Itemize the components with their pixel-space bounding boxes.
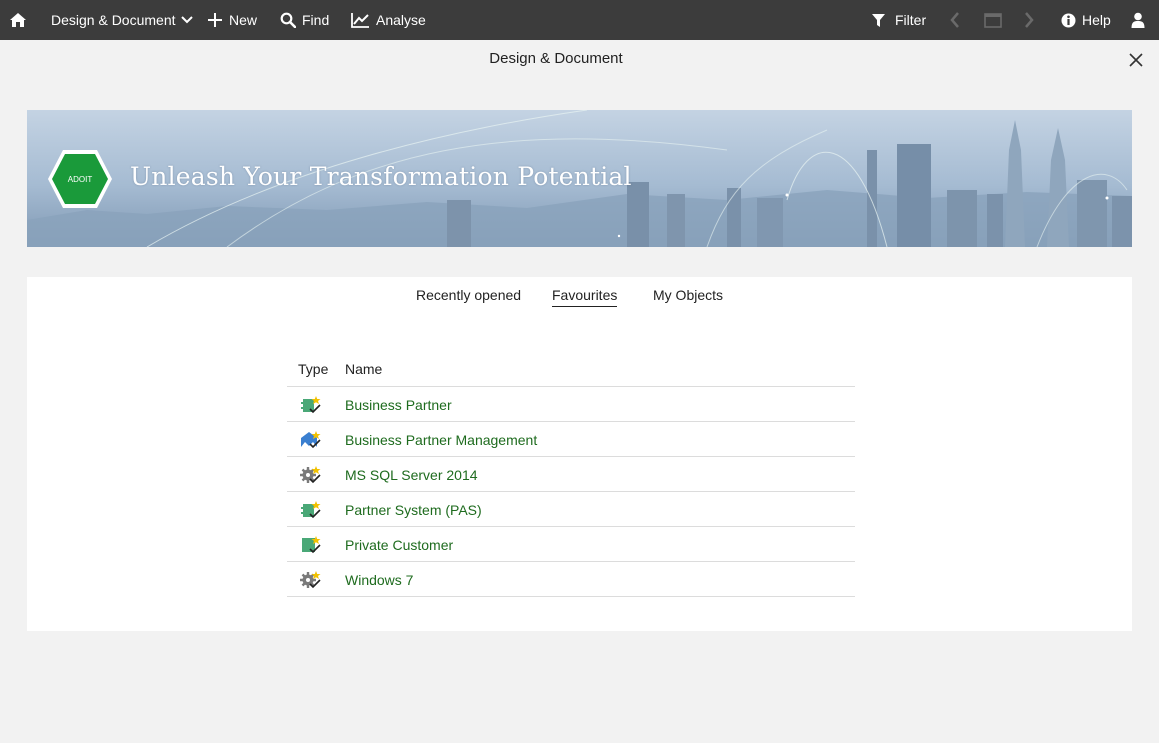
window-icon (984, 12, 1002, 28)
column-header-type[interactable]: Type (298, 361, 328, 377)
table-row[interactable]: Partner System (PAS) (287, 492, 855, 527)
content-panel: Recently opened Favourites My Objects Ty… (27, 277, 1132, 631)
row-name-link[interactable]: MS SQL Server 2014 (345, 467, 478, 483)
forward-button[interactable] (1024, 0, 1034, 40)
column-header-name[interactable]: Name (345, 361, 382, 377)
table-row[interactable]: Windows 7 (287, 562, 855, 597)
close-icon[interactable] (1127, 51, 1145, 69)
tab-my-objects[interactable]: My Objects (653, 287, 723, 306)
row-name-link[interactable]: Windows 7 (345, 572, 413, 588)
table-row[interactable]: Private Customer (287, 527, 855, 562)
help-button[interactable]: Help (1061, 0, 1111, 40)
tab-bar: Recently opened Favourites My Objects (27, 277, 1132, 317)
chevron-right-icon (1025, 12, 1034, 28)
logo-text: ADOIT (68, 175, 93, 184)
windows-button[interactable] (984, 0, 1002, 40)
find-label: Find (302, 12, 330, 28)
home-icon (10, 13, 26, 27)
app-menu-label: Design & Document (51, 12, 176, 28)
filter-label: Filter (895, 12, 927, 28)
user-icon (1131, 12, 1145, 28)
find-button[interactable]: Find (280, 0, 329, 40)
help-label: Help (1082, 12, 1111, 28)
table-row[interactable]: Business Partner Management (287, 422, 855, 457)
line-chart-icon (351, 13, 369, 28)
row-name-link[interactable]: Business Partner (345, 397, 452, 413)
application-component-icon (301, 501, 321, 519)
filter-icon (872, 13, 885, 27)
analyse-button[interactable]: Analyse (351, 0, 426, 40)
data-object-icon (302, 536, 321, 554)
filter-button[interactable]: Filter (871, 0, 926, 40)
favourites-table: Type Name Business Partner Business Part… (287, 355, 855, 597)
search-icon (280, 12, 296, 28)
chevron-down-icon (180, 16, 193, 24)
technology-gear-icon (300, 466, 321, 484)
row-name-link[interactable]: Partner System (PAS) (345, 502, 482, 518)
page-title: Design & Document (489, 50, 623, 67)
info-icon (1061, 13, 1076, 27)
row-name-link[interactable]: Private Customer (345, 537, 453, 553)
business-process-icon (301, 431, 321, 449)
plus-icon (208, 13, 222, 27)
new-button[interactable]: New (207, 0, 257, 40)
top-navigation-bar: Design & Document New Find Analyse Filte… (0, 0, 1159, 40)
tab-favourites[interactable]: Favourites (552, 287, 618, 307)
tab-recently-opened[interactable]: Recently opened (416, 287, 521, 306)
table-row[interactable]: Business Partner (287, 387, 855, 422)
banner-headline: Unleash Your Transformation Potential (130, 162, 632, 191)
hero-banner: ADOIT Unleash Your Transformation Potent… (27, 110, 1132, 247)
chevron-left-icon (950, 12, 959, 28)
analyse-label: Analyse (376, 12, 426, 28)
application-component-icon (301, 396, 321, 414)
table-row[interactable]: MS SQL Server 2014 (287, 457, 855, 492)
adoit-logo: ADOIT (48, 150, 112, 208)
user-button[interactable] (1131, 0, 1145, 40)
app-menu-dropdown[interactable]: Design & Document (51, 0, 193, 40)
technology-gear-icon (300, 571, 321, 589)
back-button[interactable] (950, 0, 960, 40)
new-label: New (229, 12, 258, 28)
table-header: Type Name (287, 355, 855, 387)
row-name-link[interactable]: Business Partner Management (345, 432, 537, 448)
home-button[interactable] (9, 0, 27, 40)
